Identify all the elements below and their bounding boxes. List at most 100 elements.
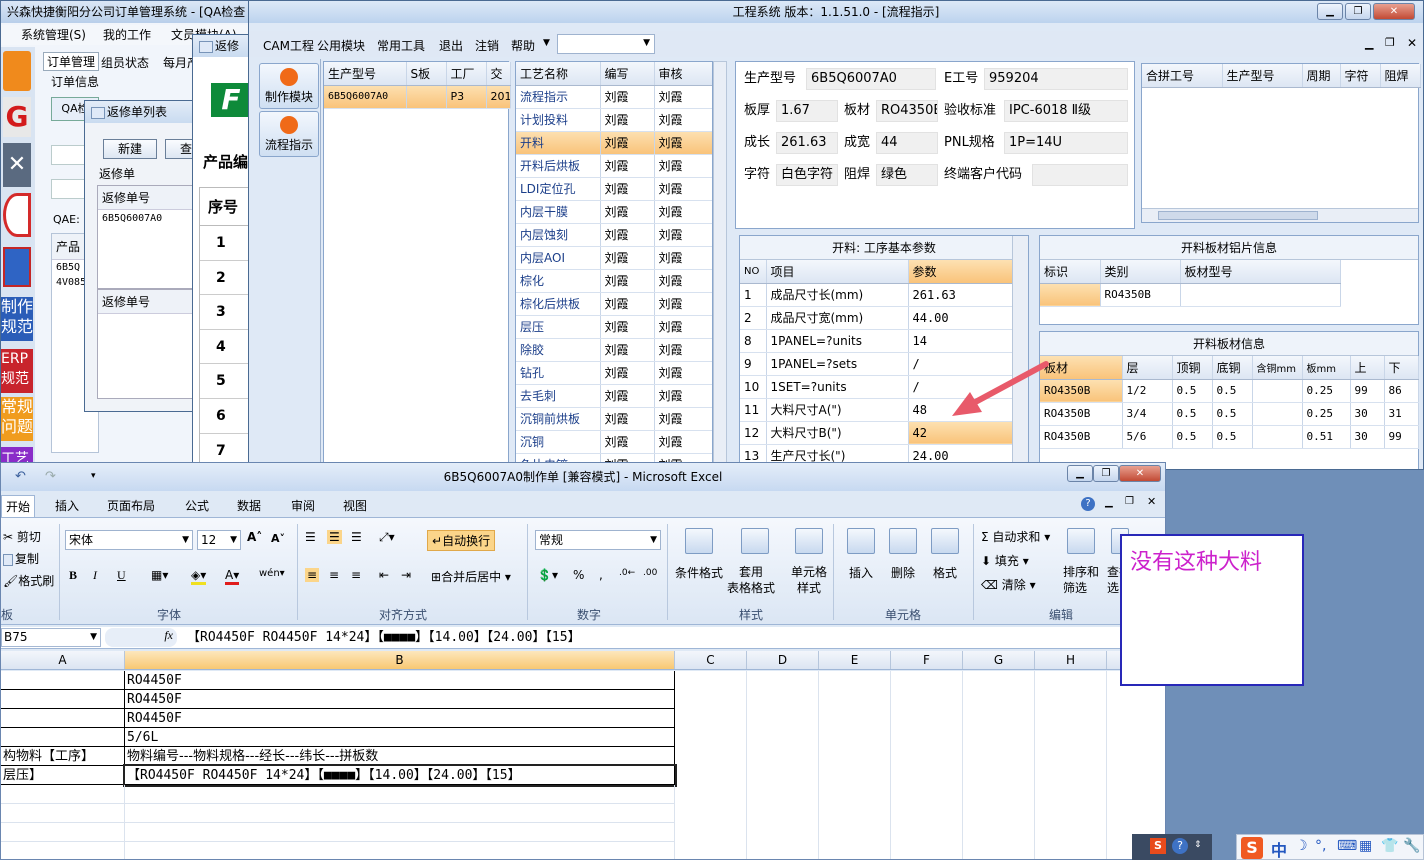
mdi-minimize-icon[interactable]: ▁ [1365,37,1373,50]
tab-member-status[interactable]: 组员状态 [101,54,149,71]
column-header-f[interactable]: F [891,651,963,669]
font-name-select[interactable]: 宋体 ▼ [65,530,193,550]
col-model[interactable]: 生产型号 [324,62,407,86]
process-row[interactable]: 层压 刘霞 刘霞 [516,315,712,339]
font-color-button[interactable]: A▾ [225,568,240,585]
process-row[interactable]: 棕化 刘霞 刘霞 [516,269,712,293]
cell-a[interactable] [1,785,125,804]
col-no[interactable]: NO [740,260,767,284]
cut-button[interactable]: ✂ 剪切 [3,528,41,545]
col-cu-thick[interactable]: 含铜mm [1252,356,1303,380]
column-header-d[interactable]: D [747,651,819,669]
keyboard-icon[interactable]: ⌨ [1337,838,1357,854]
side-label-erp[interactable]: ERP 规范 [1,349,33,393]
make-module-button[interactable]: 制作模块 [259,63,319,109]
orientation-button[interactable]: ⤢▾ [379,530,395,545]
width-field[interactable]: 44 [876,132,938,154]
process-row[interactable]: LDI定位孔 刘霞 刘霞 [516,177,712,201]
tab-home[interactable]: 开始 [1,495,36,517]
excel-maximize-button[interactable]: ❐ [1093,465,1119,482]
moon-icon[interactable]: ☽ [1295,838,1308,854]
insert-cells-button[interactable]: 插入 [849,564,873,581]
cell-a[interactable]: 层压】 [1,766,125,785]
redo-icon[interactable]: ↷ [45,469,56,484]
cell-b[interactable]: RO4450F [125,690,675,709]
menu-system[interactable]: 系统管理(S) [21,25,86,45]
menu-logout[interactable]: 注销 [475,37,499,54]
col-bottom-cu[interactable]: 底铜 [1212,356,1253,380]
process-row[interactable]: 除胶 刘霞 刘霞 [516,338,712,362]
column-header-h[interactable]: H [1035,651,1107,669]
col-item[interactable]: 项目 [766,260,909,284]
cell-a[interactable] [1,690,125,709]
params-scrollbar[interactable] [1012,236,1028,469]
col-reviewer[interactable]: 审核 [654,62,712,86]
tab-review[interactable]: 审阅 [291,497,315,514]
col-process-name[interactable]: 工艺名称 [516,62,601,86]
comma-button[interactable]: , [599,568,603,582]
tab-page-layout[interactable]: 页面布局 [107,497,155,514]
qat-dropdown-icon[interactable]: ▾ [91,471,96,481]
cell-a[interactable] [1,823,125,842]
tab-order-management[interactable]: 订单管理 [43,52,100,71]
col-mark[interactable]: 标识 [1040,260,1101,284]
merge-hscroll-thumb[interactable] [1158,211,1318,220]
underline-button[interactable]: U [117,568,126,583]
sort-filter-button[interactable]: 排序和 筛选 [1063,564,1099,596]
align-center-button[interactable]: ≡ [329,568,339,582]
cell-b[interactable]: 【RO4450F RO4450F 14*24】【■■■■】【14.00】【24.… [123,764,677,787]
column-header-g[interactable]: G [963,651,1035,669]
autosum-button[interactable]: Σ 自动求和 ▾ [981,528,1050,545]
col-layer[interactable]: 层 [1122,356,1173,380]
decrease-indent-button[interactable]: ⇤ [379,568,389,582]
model-field[interactable]: 6B5Q6007A0 [806,68,936,90]
process-row[interactable]: 内层AOI 刘霞 刘霞 [516,246,712,270]
process-scrollbar[interactable] [713,61,727,469]
save-disk-icon[interactable] [3,247,31,287]
close-button[interactable]: ✕ [1373,3,1415,20]
cell-b[interactable]: RO4450F [125,671,675,690]
process-row[interactable]: 沉铜前烘板 刘霞 刘霞 [516,407,712,431]
side-label-make[interactable]: 制作 规范 [1,297,33,341]
undo-icon[interactable]: ↶ [15,469,26,484]
name-box[interactable]: B75 ▼ [1,628,101,647]
menu-tools[interactable]: 常用工具 [377,37,425,54]
process-row[interactable]: 棕化后烘板 刘霞 刘霞 [516,292,712,316]
fill-button[interactable]: ⬇ 填充 ▾ [981,552,1029,569]
char-field[interactable]: 白色字符 [776,164,838,186]
tab-data[interactable]: 数据 [237,497,261,514]
process-row[interactable]: 开料后烘板 刘霞 刘霞 [516,154,712,178]
col-up[interactable]: 上 [1350,356,1385,380]
help-icon[interactable]: ? [1081,497,1095,511]
mdi-restore-icon[interactable]: ❐ [1385,36,1395,49]
phonetic-button[interactable]: wén▾ [259,568,285,579]
conditional-format-button[interactable]: 条件格式 [675,564,723,581]
menu-exit[interactable]: 退出 [439,37,463,54]
material-field[interactable]: RO4350B [876,100,938,122]
cell-b[interactable] [125,804,675,823]
col-merge-mask[interactable]: 阻焊 [1380,64,1421,88]
param-row[interactable]: 2 成品尺寸宽(mm) 44.00 [740,306,1013,330]
maximize-button[interactable]: ❐ [1345,3,1371,20]
toolbar-dropdown[interactable]: ▼ [557,34,655,54]
menu-public[interactable]: 公用模块 [317,37,365,54]
menu-help[interactable]: 帮助 [511,37,535,54]
increase-indent-button[interactable]: ⇥ [401,568,411,582]
gauge-icon[interactable] [3,193,31,237]
align-middle-button[interactable]: ☰ [327,530,342,544]
align-bottom-button[interactable]: ☰ [351,530,362,544]
board-row[interactable]: RO4350B 5/6 0.5 0.5 0.51 30 99 [1040,425,1419,449]
grow-font-button[interactable]: A˄ [247,530,262,544]
delete-cells-button[interactable]: 删除 [891,564,915,581]
cell-a[interactable] [1,709,125,728]
mdi-close-icon[interactable]: ✕ [1407,36,1417,50]
number-format-select[interactable]: 常规 ▼ [535,530,661,550]
cell-a[interactable] [1,728,125,747]
col-board-thick[interactable]: 板mm [1302,356,1351,380]
col-type[interactable]: 类别 [1100,260,1181,284]
align-right-button[interactable]: ≡ [351,568,361,582]
process-flow-button[interactable]: 流程指示 [259,111,319,157]
column-header-c[interactable]: C [675,651,747,669]
column-header-e[interactable]: E [819,651,891,669]
column-header-a[interactable]: A [1,651,125,669]
